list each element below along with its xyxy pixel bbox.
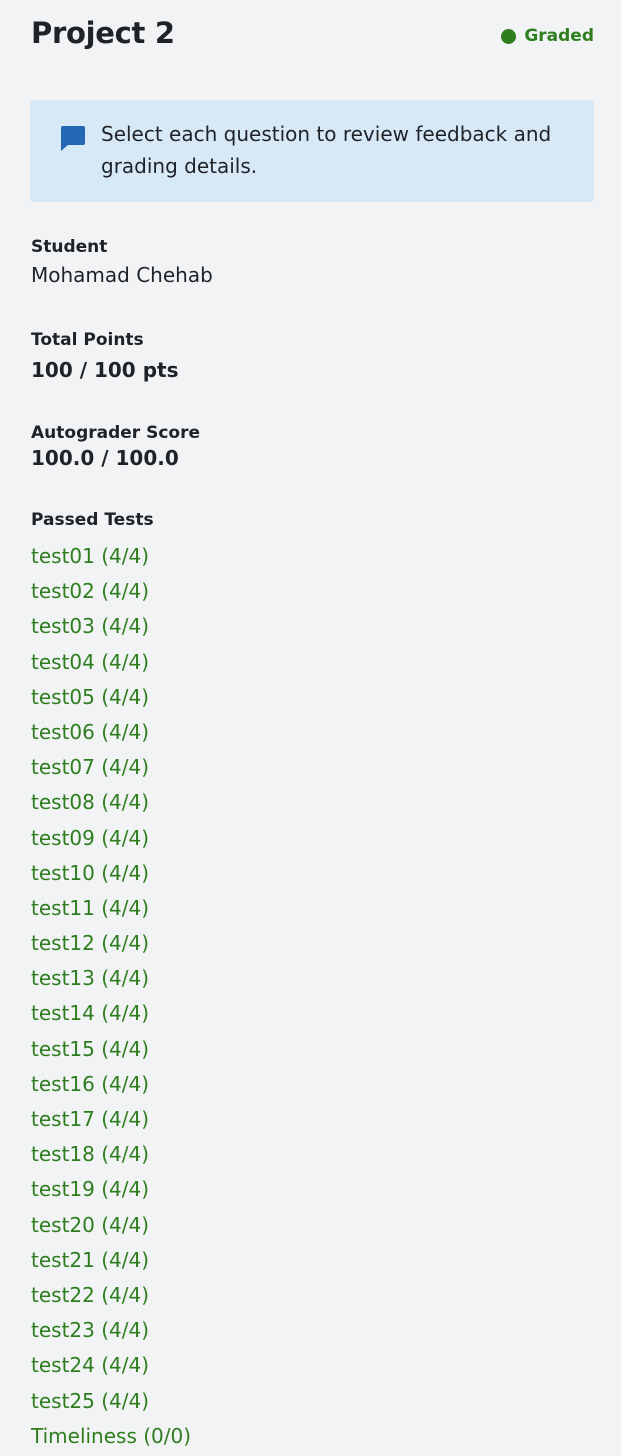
total-points-field: Total Points 100 / 100 pts (31, 329, 178, 384)
autograder-field: Autograder Score 100.0 / 100.0 (31, 422, 200, 472)
autograder-score: 100.0 / 100.0 (31, 446, 179, 470)
timeliness-item: Timeliness (0/0) (31, 1423, 192, 1448)
test-item: test19 (4/4) (31, 1177, 150, 1202)
test-item: test17 (4/4) (31, 1107, 150, 1131)
test-item: test16 (4/4) (31, 1071, 150, 1096)
test-item: test03 (4/4) (31, 614, 150, 639)
test-item: test15 (4/4) (31, 1036, 150, 1061)
test-item: test06 (4/4) (31, 719, 150, 744)
chat-bubble-icon (61, 126, 85, 151)
test-item: test24 (4/4) (31, 1353, 150, 1378)
test-item: test23 (4/4) (31, 1318, 150, 1343)
test-item: test05 (4/4) (31, 684, 150, 709)
test-item: test04 (4/4) (31, 649, 150, 674)
status-dot-icon (501, 28, 517, 44)
passed-tests-section: Passed Tests test01 (4/4) test02 (4/4) t… (31, 509, 191, 1448)
test-item: test08 (4/4) (31, 790, 150, 815)
total-points-value: 100 / 100 pts (31, 358, 179, 382)
status-label: Graded (524, 26, 594, 46)
page-title: Project 2 (31, 16, 175, 50)
test-item: test13 (4/4) (31, 966, 150, 991)
page-header: Project 2 Graded (31, 14, 594, 54)
test-item: test11 (4/4) (31, 895, 150, 920)
banner-message: Select each question to review feedback … (101, 122, 552, 178)
passed-tests-list: test01 (4/4) test02 (4/4) test03 (4/4) t… (31, 539, 191, 1454)
student-label: Student (31, 237, 108, 257)
test-item: test01 (4/4) (31, 544, 150, 568)
status-badge: Graded (501, 25, 594, 47)
test-item: test20 (4/4) (31, 1212, 150, 1237)
autograder-label: Autograder Score (31, 423, 201, 443)
student-field: Student Mohamad Chehab (31, 236, 213, 289)
test-item: test25 (4/4) (31, 1388, 150, 1413)
test-item: test10 (4/4) (31, 860, 150, 885)
test-item: test22 (4/4) (31, 1282, 150, 1307)
test-item: test09 (4/4) (31, 825, 150, 850)
test-item: test18 (4/4) (31, 1142, 150, 1167)
test-item: test07 (4/4) (31, 755, 150, 780)
total-points-label: Total Points (31, 330, 144, 350)
passed-tests-label: Passed Tests (31, 510, 154, 530)
info-banner: Select each question to review feedback … (30, 100, 594, 202)
test-item: test02 (4/4) (31, 579, 150, 604)
test-item: test14 (4/4) (31, 1001, 150, 1026)
test-item: test12 (4/4) (31, 931, 150, 956)
student-name: Mohamad Chehab (31, 263, 213, 287)
test-item: test21 (4/4) (31, 1247, 150, 1272)
